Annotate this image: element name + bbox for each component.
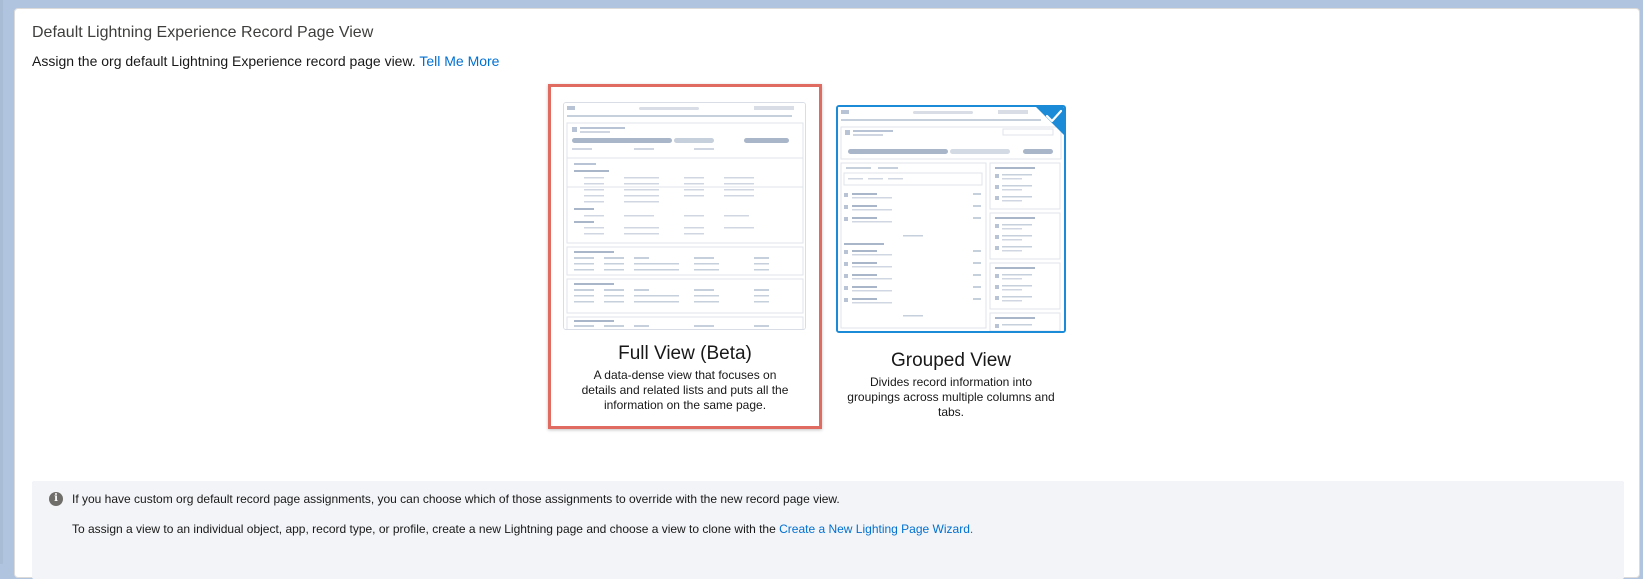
grouped-view-option[interactable]: Grouped View Divides record information … bbox=[836, 105, 1066, 435]
grouped-view-thumbnail bbox=[836, 105, 1066, 333]
tell-me-more-link[interactable]: Tell Me More bbox=[419, 53, 499, 69]
description-text: Assign the org default Lightning Experie… bbox=[32, 53, 416, 69]
grouped-view-label: Grouped View bbox=[890, 350, 1012, 371]
full-view-preview-image bbox=[564, 103, 805, 329]
info-icon: i bbox=[49, 492, 63, 506]
check-icon bbox=[1036, 107, 1064, 135]
grouped-view-description: Divides record information into grouping… bbox=[847, 375, 1055, 419]
create-lightning-page-wizard-link[interactable]: Create a New Lighting Page Wizard. bbox=[779, 522, 973, 536]
grouped-view-preview-image bbox=[838, 107, 1064, 331]
full-view-label: Full View (Beta) bbox=[618, 343, 752, 364]
record-page-view-card: Default Lightning Experience Record Page… bbox=[14, 8, 1640, 579]
info-text-assign: To assign a view to an individual object… bbox=[72, 522, 973, 536]
full-view-description: A data-dense view that focuses on detail… bbox=[581, 368, 789, 412]
section-description: Assign the org default Lightning Experie… bbox=[32, 53, 499, 69]
info-assign-text: To assign a view to an individual object… bbox=[72, 522, 780, 536]
info-text-overrides: If you have custom org default record pa… bbox=[72, 492, 840, 506]
full-view-option[interactable]: Full View (Beta) A data-dense view that … bbox=[548, 84, 822, 429]
left-rail bbox=[0, 0, 3, 564]
info-box: i If you have custom org default record … bbox=[32, 481, 1624, 579]
section-title: Default Lightning Experience Record Page… bbox=[32, 24, 374, 41]
full-view-thumbnail bbox=[563, 102, 806, 330]
